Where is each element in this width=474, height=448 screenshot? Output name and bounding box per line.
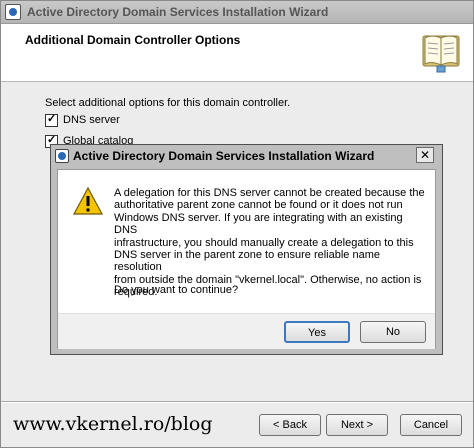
dns-server-checkbox[interactable]: ✓ bbox=[45, 113, 58, 127]
footer-divider bbox=[1, 401, 473, 403]
message-line: authoritative parent zone cannot be foun… bbox=[114, 199, 403, 212]
message-line: Windows DNS server. If you are integrati… bbox=[114, 211, 403, 237]
dialog-message: A delegation for this DNS server cannot … bbox=[114, 187, 426, 299]
wizard-title: Active Directory Domain Services Install… bbox=[27, 5, 329, 19]
message-line: A delegation for this DNS server cannot … bbox=[114, 187, 425, 199]
book-icon bbox=[422, 35, 460, 73]
dialog-question: Do you want to continue? bbox=[114, 284, 239, 296]
next-button[interactable]: Next > bbox=[326, 414, 388, 436]
yes-button[interactable]: Yes bbox=[284, 321, 350, 343]
app-icon bbox=[5, 4, 21, 20]
page-title: Additional Domain Controller Options bbox=[25, 33, 241, 47]
app-icon bbox=[55, 149, 69, 163]
wizard-title-bar[interactable]: Active Directory Domain Services Install… bbox=[1, 1, 473, 24]
message-line: DNS server in the parent zone to ensure … bbox=[114, 249, 380, 274]
cancel-button[interactable]: Cancel bbox=[400, 414, 462, 436]
warning-icon bbox=[72, 186, 104, 215]
dns-server-label: DNS server bbox=[63, 114, 120, 126]
instruction-text: Select additional options for this domai… bbox=[45, 97, 291, 109]
dialog-title-bar[interactable]: Active Directory Domain Services Install… bbox=[51, 145, 442, 167]
no-button[interactable]: No bbox=[360, 321, 426, 343]
wizard-header: Additional Domain Controller Options bbox=[1, 24, 473, 82]
message-line: infrastructure, you should manually crea… bbox=[114, 236, 414, 249]
dialog-content: A delegation for this DNS server cannot … bbox=[57, 169, 436, 349]
warning-dialog: Active Directory Domain Services Install… bbox=[50, 144, 443, 355]
dialog-button-area: Yes No bbox=[58, 313, 435, 349]
dialog-title: Active Directory Domain Services Install… bbox=[73, 149, 375, 163]
close-icon: ✕ bbox=[419, 148, 431, 162]
watermark: www.vkernel.ro/blog bbox=[13, 413, 213, 435]
back-button[interactable]: < Back bbox=[259, 414, 321, 436]
close-button[interactable]: ✕ bbox=[416, 147, 434, 163]
